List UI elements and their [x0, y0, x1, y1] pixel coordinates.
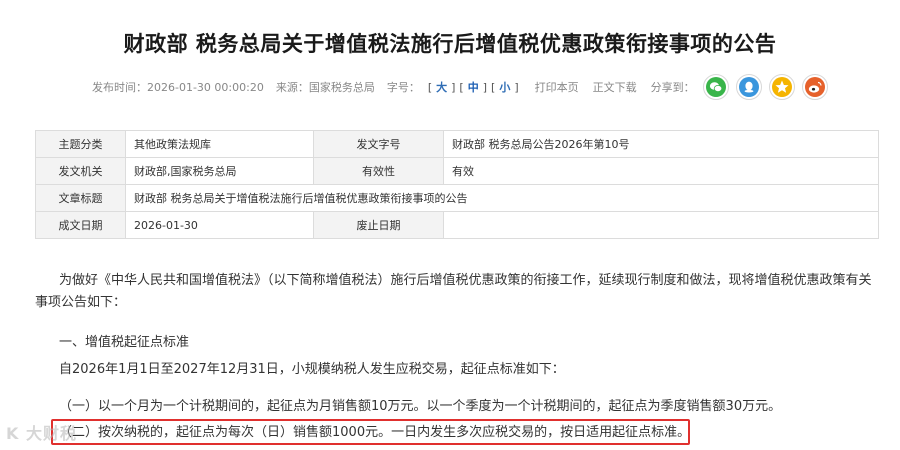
- table-row: 成文日期 2026-01-30 废止日期: [35, 211, 879, 239]
- body-paragraph: 自2026年1月1日至2027年12月31日，小规模纳税人发生应税交易，起征点标…: [59, 362, 565, 377]
- date-value: 2026-01-30: [125, 211, 314, 239]
- font-size-large-button[interactable]: 大: [436, 79, 447, 95]
- section-heading: 一、增值税起征点标准: [59, 335, 190, 350]
- issuer-label: 发文机关: [35, 157, 126, 185]
- qq-icon[interactable]: [735, 74, 762, 100]
- bracket: ]: [514, 80, 519, 94]
- font-size-medium-button[interactable]: 中: [468, 79, 479, 95]
- issuer-value: 财政部,国家税务总局: [125, 157, 314, 185]
- weibo-icon[interactable]: [801, 74, 828, 100]
- topic-label: 主题分类: [35, 130, 126, 158]
- intro-paragraph: 为做好《中华人民共和国增值税法》（以下简称增值税法）施行后增值税优惠政策的衔接工…: [35, 273, 872, 310]
- date-label: 成文日期: [35, 211, 126, 239]
- doc-number-label: 发文字号: [313, 130, 444, 158]
- article-info-table: 主题分类 其他政策法规库 发文字号 财政部 税务总局公告2026年第10号 发文…: [35, 130, 879, 239]
- font-size-small-button[interactable]: 小: [499, 79, 510, 95]
- publish-time: 发布时间：2026-01-30 00:00:20: [92, 81, 264, 94]
- highlight-box: [51, 419, 690, 445]
- font-size-label: 字号：: [386, 81, 420, 94]
- table-row: 发文机关 财政部,国家税务总局 有效性 有效: [35, 157, 879, 185]
- bracket: ]: [482, 80, 488, 94]
- font-size-switcher: 字号： [ 大 ] [ 中 ] [ 小 ]: [387, 79, 521, 95]
- print-button[interactable]: 打印本页: [535, 79, 579, 95]
- repeal-date-value: [443, 211, 879, 239]
- table-row: 主题分类 其他政策法规库 发文字号 财政部 税务总局公告2026年第10号: [35, 130, 879, 158]
- validity-label: 有效性: [313, 157, 444, 185]
- bracket: [: [427, 80, 433, 94]
- wechat-icon[interactable]: [702, 74, 729, 100]
- topic-value: 其他政策法规库: [125, 130, 314, 158]
- article-meta-bar: 发布时间：2026-01-30 00:00:20 来源：国家税务总局 字号： […: [92, 74, 835, 100]
- validity-value: 有效: [443, 157, 879, 185]
- download-button[interactable]: 正文下载: [593, 79, 637, 95]
- doc-number-value: 财政部 税务总局公告2026年第10号: [443, 130, 879, 158]
- table-row: 文章标题 财政部 税务总局关于增值税法施行后增值税优惠政策衔接事项的公告: [35, 184, 879, 212]
- article-source: 来源：国家税务总局: [275, 81, 375, 94]
- bracket: [: [491, 80, 496, 94]
- bracket: ]: [451, 80, 456, 94]
- doc-title-label: 文章标题: [35, 184, 126, 212]
- doc-title-value: 财政部 税务总局关于增值税法施行后增值税优惠政策衔接事项的公告: [125, 184, 879, 212]
- share-icons: [702, 74, 835, 100]
- qzone-icon[interactable]: [768, 74, 795, 100]
- share-label: 分享到：: [650, 81, 695, 94]
- body-paragraph: （一）以一个月为一个计税期间的，起征点为月销售额10万元。以一个季度为一个计税期…: [59, 399, 782, 414]
- bracket: [: [459, 80, 464, 94]
- repeal-date-label: 废止日期: [313, 211, 444, 239]
- article-title: 财政部 税务总局关于增值税法施行后增值税优惠政策衔接事项的公告: [123, 32, 777, 56]
